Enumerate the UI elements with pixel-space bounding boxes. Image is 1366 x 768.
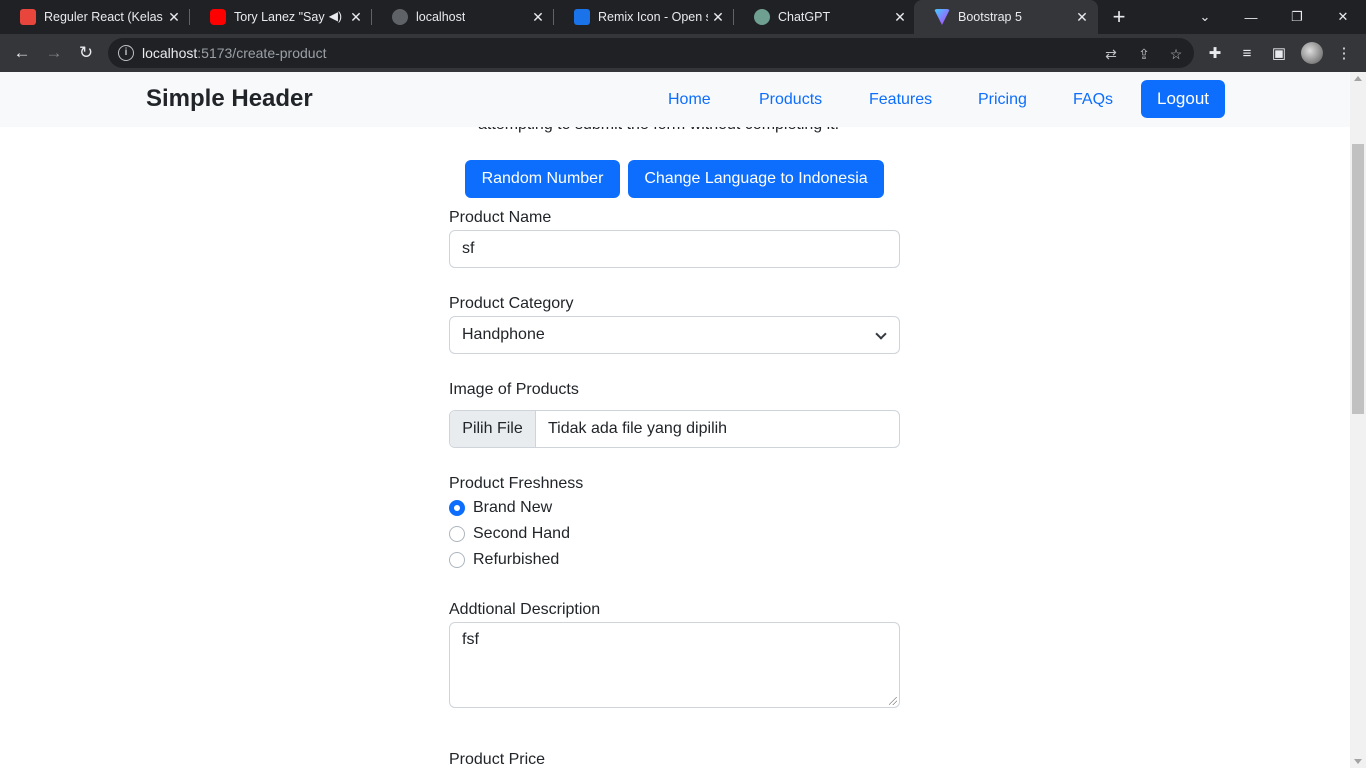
nav-features[interactable]: Features [869,91,932,109]
product-price-label: Product Price [449,751,546,768]
translate-icon[interactable]: ⇄ [1102,45,1120,63]
page-viewport: Simple Header Home Products Features Pri… [0,72,1350,768]
chatgpt-icon [754,9,770,25]
change-language-button[interactable]: Change Language to Indonesia [628,160,884,198]
tab-youtube[interactable]: Tory Lanez "Say It" ◀) ✕ [190,0,372,34]
forward-icon[interactable]: → [41,40,67,66]
tab-reguler-react[interactable]: Reguler React (Kelas A ✕ [0,0,190,34]
nav-products[interactable]: Products [759,91,822,109]
extensions-icon[interactable]: ✚ [1204,42,1226,64]
bookmark-star-icon[interactable]: ☆ [1167,45,1185,63]
radio-unchecked-icon[interactable] [449,552,465,568]
logout-button[interactable]: Logout [1141,80,1225,118]
url-text[interactable]: localhost:5173/create-product [142,45,326,61]
close-icon[interactable]: ✕ [1074,9,1090,25]
random-number-button[interactable]: Random Number [465,160,620,198]
media-control-icon[interactable]: ≡ [1236,42,1258,64]
site-header: Simple Header Home Products Features Pri… [0,72,1350,127]
tab-bootstrap-5[interactable]: Bootstrap 5 ✕ [914,0,1098,34]
close-icon[interactable]: ✕ [710,9,726,25]
tab-localhost[interactable]: localhost ✕ [372,0,554,34]
menu-icon[interactable]: ⋮ [1333,42,1355,64]
radio-brand-new[interactable]: Brand New [449,497,552,519]
tab-search-icon[interactable]: ⌄ [1182,0,1228,34]
tab-chatgpt[interactable]: ChatGPT ✕ [734,0,916,34]
radio-refurbished[interactable]: Refurbished [449,549,559,571]
resize-handle-icon[interactable] [889,697,897,705]
nav-home[interactable]: Home [668,91,711,109]
image-products-label: Image of Products [449,381,579,398]
close-icon[interactable]: ✕ [892,9,908,25]
browser-tab-bar: Reguler React (Kelas A ✕ Tory Lanez "Say… [0,0,1366,34]
product-category-select[interactable]: Handphone [449,316,900,354]
site-info-icon[interactable]: i [118,45,134,61]
restore-icon[interactable]: ❐ [1274,0,1320,34]
back-icon[interactable]: ← [9,40,35,66]
file-status-text: Tidak ada file yang dipilih [548,420,728,437]
scroll-down-icon[interactable] [1354,759,1362,764]
close-icon[interactable]: ✕ [348,9,364,25]
page-scrollbar[interactable] [1350,72,1366,768]
reload-icon[interactable]: ↻ [73,40,99,66]
brand-title[interactable]: Simple Header [146,85,313,113]
share-icon[interactable]: ⇪ [1135,45,1153,63]
audio-playing-icon[interactable]: ◀) [329,9,342,23]
close-icon[interactable]: ✕ [530,9,546,25]
choose-file-button[interactable]: Pilih File [450,411,536,447]
nav-faqs[interactable]: FAQs [1073,91,1113,109]
vite-icon [934,9,950,25]
minimize-icon[interactable]: — [1228,0,1274,34]
image-file-input[interactable]: Pilih File Tidak ada file yang dipilih [449,410,900,448]
youtube-icon [210,9,226,25]
address-bar[interactable]: i localhost:5173/create-product ⇄ ⇪ ☆ [108,38,1194,68]
profile-avatar[interactable] [1301,42,1323,64]
product-category-label: Product Category [449,295,574,312]
scrollbar-thumb[interactable] [1352,144,1364,414]
dibimbing-icon [20,9,36,25]
close-icon[interactable]: ✕ [166,9,182,25]
browser-toolbar: ← → ↻ i localhost:5173/create-product ⇄ … [0,34,1366,72]
close-window-icon[interactable]: ✕ [1320,0,1366,34]
new-tab-icon[interactable]: + [1108,5,1130,29]
nav-pricing[interactable]: Pricing [978,91,1027,109]
product-name-input[interactable]: sf [449,230,900,268]
scroll-up-icon[interactable] [1354,76,1362,81]
side-panel-icon[interactable]: ▣ [1268,42,1290,64]
react-icon [392,9,408,25]
remix-icon [574,9,590,25]
additional-description-label: Addtional Description [449,601,601,618]
additional-description-textarea[interactable]: fsf [449,622,900,708]
radio-unchecked-icon[interactable] [449,526,465,542]
radio-second-hand[interactable]: Second Hand [449,523,570,545]
product-name-label: Product Name [449,209,552,226]
radio-checked-icon[interactable] [449,500,465,516]
chevron-down-icon [875,328,887,340]
product-freshness-label: Product Freshness [449,475,584,492]
tab-remix-icon[interactable]: Remix Icon - Open so ✕ [554,0,734,34]
